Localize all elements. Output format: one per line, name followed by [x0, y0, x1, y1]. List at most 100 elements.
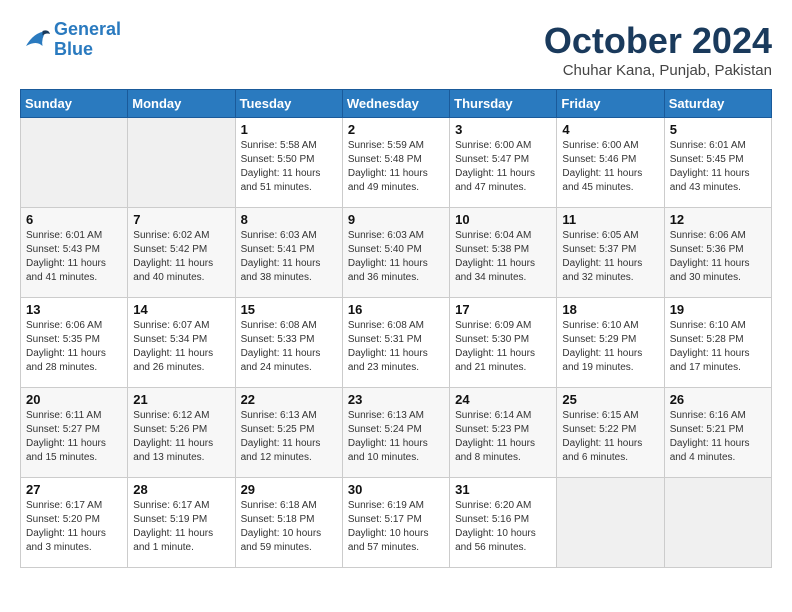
title-section: October 2024 Chuhar Kana, Punjab, Pakist…: [544, 20, 772, 79]
day-info: Sunrise: 6:15 AM Sunset: 5:22 PM Dayligh…: [562, 409, 658, 465]
day-number: 1: [241, 122, 337, 137]
calendar-cell: 9 Sunrise: 6:03 AM Sunset: 5:40 PM Daylig…: [342, 208, 449, 298]
calendar-cell: 12Sunrise: 6:06 AM Sunset: 5:36 PM Dayli…: [664, 208, 771, 298]
calendar-cell: 28 Sunrise: 6:17 AM Sunset: 5:19 PM Dayli…: [128, 478, 235, 568]
page-header: General Blue October 2024 Chuhar Kana, P…: [20, 20, 772, 79]
day-info: Sunrise: 6:12 AM Sunset: 5:26 PM Dayligh…: [133, 409, 229, 465]
day-info: Sunrise: 6:17 AM Sunset: 5:19 PM Dayligh…: [133, 499, 229, 555]
calendar-cell: 5 Sunrise: 6:01 AM Sunset: 5:45 PM Daylig…: [664, 118, 771, 208]
calendar-cell: 26 Sunrise: 6:16 AM Sunset: 5:21 PM Dayli…: [664, 388, 771, 478]
calendar-cell: 4 Sunrise: 6:00 AM Sunset: 5:46 PM Daylig…: [557, 118, 664, 208]
day-number: 28: [133, 482, 229, 497]
logo-text: General Blue: [54, 20, 121, 60]
calendar-week-2: 6 Sunrise: 6:01 AM Sunset: 5:43 PM Daylig…: [21, 208, 772, 298]
day-info: Sunrise: 6:05 AM Sunset: 5:37 PM Dayligh…: [562, 229, 658, 285]
day-number: 29: [241, 482, 337, 497]
day-info: Sunrise: 6:01 AM Sunset: 5:45 PM Dayligh…: [670, 139, 766, 195]
day-info: Sunrise: 6:14 AM Sunset: 5:23 PM Dayligh…: [455, 409, 551, 465]
calendar-cell: 21Sunrise: 6:12 AM Sunset: 5:26 PM Dayli…: [128, 388, 235, 478]
day-info: Sunrise: 6:09 AM Sunset: 5:30 PM Dayligh…: [455, 319, 551, 375]
calendar-cell: 27Sunrise: 6:17 AM Sunset: 5:20 PM Dayli…: [21, 478, 128, 568]
calendar-week-4: 20 Sunrise: 6:11 AM Sunset: 5:27 PM Dayli…: [21, 388, 772, 478]
logo: General Blue: [20, 20, 121, 60]
calendar-cell: 14 Sunrise: 6:07 AM Sunset: 5:34 PM Dayli…: [128, 298, 235, 388]
day-info: Sunrise: 6:07 AM Sunset: 5:34 PM Dayligh…: [133, 319, 229, 375]
calendar-cell: 17Sunrise: 6:09 AM Sunset: 5:30 PM Dayli…: [450, 298, 557, 388]
calendar-cell: 8 Sunrise: 6:03 AM Sunset: 5:41 PM Daylig…: [235, 208, 342, 298]
day-info: Sunrise: 6:10 AM Sunset: 5:28 PM Dayligh…: [670, 319, 766, 375]
calendar-cell: [664, 478, 771, 568]
day-number: 22: [241, 392, 337, 407]
day-number: 2: [348, 122, 444, 137]
calendar-cell: 10 Sunrise: 6:04 AM Sunset: 5:38 PM Dayli…: [450, 208, 557, 298]
calendar-cell: 7 Sunrise: 6:02 AM Sunset: 5:42 PM Daylig…: [128, 208, 235, 298]
calendar-cell: 11 Sunrise: 6:05 AM Sunset: 5:37 PM Dayli…: [557, 208, 664, 298]
calendar-cell: 1 Sunrise: 5:58 AM Sunset: 5:50 PM Daylig…: [235, 118, 342, 208]
day-info: Sunrise: 5:58 AM Sunset: 5:50 PM Dayligh…: [241, 139, 337, 195]
logo-icon: [20, 25, 50, 55]
day-info: Sunrise: 6:17 AM Sunset: 5:20 PM Dayligh…: [26, 499, 122, 555]
day-info: Sunrise: 6:03 AM Sunset: 5:41 PM Dayligh…: [241, 229, 337, 285]
calendar-cell: 16 Sunrise: 6:08 AM Sunset: 5:31 PM Dayli…: [342, 298, 449, 388]
calendar-cell: 22 Sunrise: 6:13 AM Sunset: 5:25 PM Dayli…: [235, 388, 342, 478]
calendar-cell: 30 Sunrise: 6:19 AM Sunset: 5:17 PM Dayli…: [342, 478, 449, 568]
day-info: Sunrise: 6:00 AM Sunset: 5:46 PM Dayligh…: [562, 139, 658, 195]
weekday-header-monday: Monday: [128, 90, 235, 118]
calendar-week-1: 1 Sunrise: 5:58 AM Sunset: 5:50 PM Daylig…: [21, 118, 772, 208]
day-info: Sunrise: 6:13 AM Sunset: 5:24 PM Dayligh…: [348, 409, 444, 465]
calendar-cell: 20 Sunrise: 6:11 AM Sunset: 5:27 PM Dayli…: [21, 388, 128, 478]
day-info: Sunrise: 6:06 AM Sunset: 5:35 PM Dayligh…: [26, 319, 122, 375]
calendar-cell: 23 Sunrise: 6:13 AM Sunset: 5:24 PM Dayli…: [342, 388, 449, 478]
calendar-cell: 31Sunrise: 6:20 AM Sunset: 5:16 PM Dayli…: [450, 478, 557, 568]
calendar-cell: 25 Sunrise: 6:15 AM Sunset: 5:22 PM Dayli…: [557, 388, 664, 478]
day-number: 31: [455, 482, 551, 497]
calendar-cell: 24 Sunrise: 6:14 AM Sunset: 5:23 PM Dayli…: [450, 388, 557, 478]
calendar-table: SundayMondayTuesdayWednesdayThursdayFrid…: [20, 89, 772, 568]
day-info: Sunrise: 6:08 AM Sunset: 5:33 PM Dayligh…: [241, 319, 337, 375]
day-number: 7: [133, 212, 229, 227]
day-number: 9: [348, 212, 444, 227]
day-info: Sunrise: 6:00 AM Sunset: 5:47 PM Dayligh…: [455, 139, 551, 195]
weekday-header-wednesday: Wednesday: [342, 90, 449, 118]
day-info: Sunrise: 6:19 AM Sunset: 5:17 PM Dayligh…: [348, 499, 444, 555]
calendar-cell: [21, 118, 128, 208]
day-number: 25: [562, 392, 658, 407]
day-info: Sunrise: 6:04 AM Sunset: 5:38 PM Dayligh…: [455, 229, 551, 285]
day-info: Sunrise: 6:13 AM Sunset: 5:25 PM Dayligh…: [241, 409, 337, 465]
day-info: Sunrise: 6:16 AM Sunset: 5:21 PM Dayligh…: [670, 409, 766, 465]
day-number: 14: [133, 302, 229, 317]
day-info: Sunrise: 5:59 AM Sunset: 5:48 PM Dayligh…: [348, 139, 444, 195]
day-number: 23: [348, 392, 444, 407]
day-number: 4: [562, 122, 658, 137]
calendar-cell: 29 Sunrise: 6:18 AM Sunset: 5:18 PM Dayli…: [235, 478, 342, 568]
day-number: 15: [241, 302, 337, 317]
calendar-cell: 18Sunrise: 6:10 AM Sunset: 5:29 PM Dayli…: [557, 298, 664, 388]
calendar-week-3: 13Sunrise: 6:06 AM Sunset: 5:35 PM Dayli…: [21, 298, 772, 388]
day-number: 11: [562, 212, 658, 227]
day-number: 26: [670, 392, 766, 407]
location-subtitle: Chuhar Kana, Punjab, Pakistan: [544, 62, 772, 79]
day-number: 8: [241, 212, 337, 227]
day-number: 24: [455, 392, 551, 407]
day-info: Sunrise: 6:02 AM Sunset: 5:42 PM Dayligh…: [133, 229, 229, 285]
day-info: Sunrise: 6:18 AM Sunset: 5:18 PM Dayligh…: [241, 499, 337, 555]
calendar-cell: 13Sunrise: 6:06 AM Sunset: 5:35 PM Dayli…: [21, 298, 128, 388]
day-info: Sunrise: 6:08 AM Sunset: 5:31 PM Dayligh…: [348, 319, 444, 375]
day-number: 6: [26, 212, 122, 227]
calendar-cell: [128, 118, 235, 208]
day-number: 20: [26, 392, 122, 407]
day-info: Sunrise: 6:03 AM Sunset: 5:40 PM Dayligh…: [348, 229, 444, 285]
day-info: Sunrise: 6:01 AM Sunset: 5:43 PM Dayligh…: [26, 229, 122, 285]
calendar-week-5: 27Sunrise: 6:17 AM Sunset: 5:20 PM Dayli…: [21, 478, 772, 568]
day-number: 19: [670, 302, 766, 317]
day-number: 5: [670, 122, 766, 137]
day-number: 16: [348, 302, 444, 317]
day-number: 12: [670, 212, 766, 227]
weekday-header-friday: Friday: [557, 90, 664, 118]
day-number: 10: [455, 212, 551, 227]
weekday-header-saturday: Saturday: [664, 90, 771, 118]
calendar-cell: 2 Sunrise: 5:59 AM Sunset: 5:48 PM Daylig…: [342, 118, 449, 208]
day-number: 18: [562, 302, 658, 317]
day-info: Sunrise: 6:11 AM Sunset: 5:27 PM Dayligh…: [26, 409, 122, 465]
day-number: 30: [348, 482, 444, 497]
